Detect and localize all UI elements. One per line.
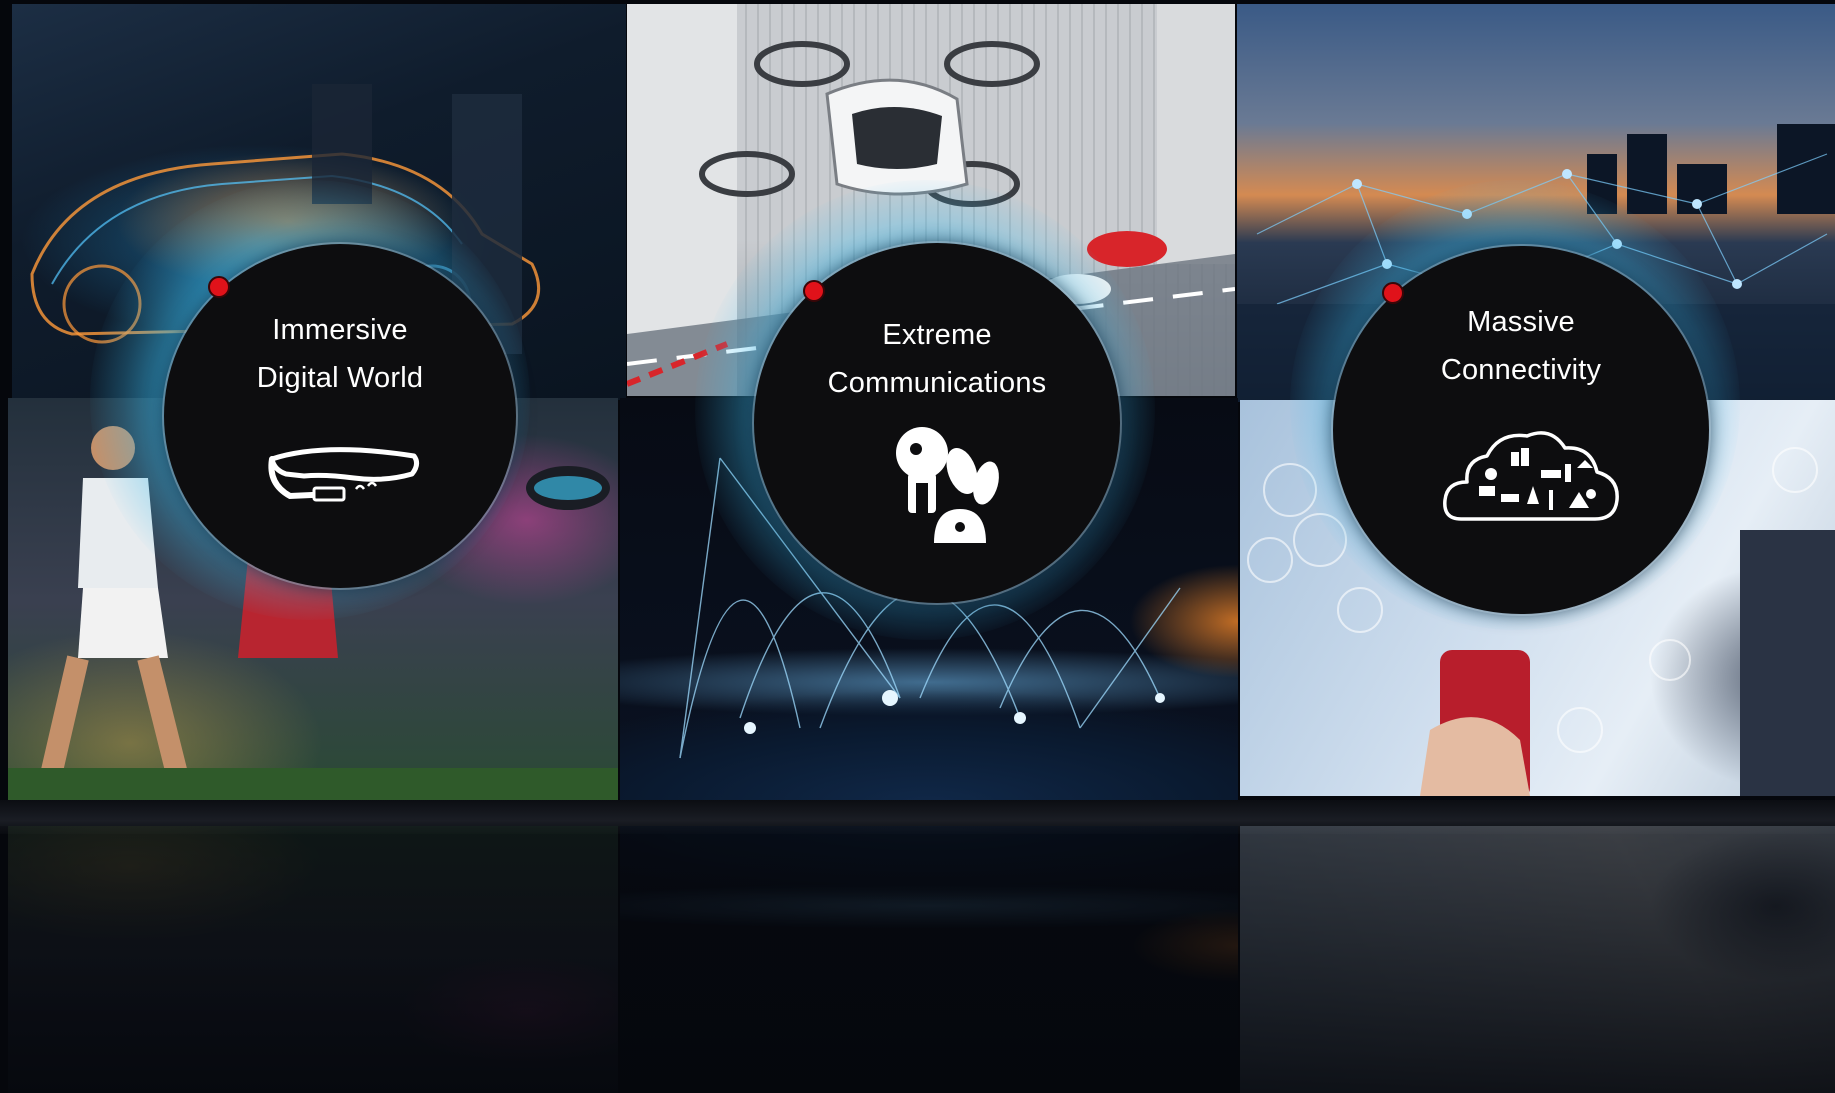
title-line-1: Massive: [1467, 306, 1575, 338]
title-line-1: Immersive: [272, 314, 408, 346]
red-marker-dot: [1382, 282, 1404, 304]
circle-title: Immersive Digital World: [164, 306, 516, 402]
iot-cloud-icon: [1443, 431, 1619, 521]
red-marker-dot: [803, 280, 825, 302]
robots-icon: [896, 427, 999, 543]
red-marker-dot: [208, 276, 230, 298]
title-line-2: Communications: [827, 367, 1047, 399]
smart-glasses-icon: [268, 447, 420, 502]
title-line-2: Connectivity: [1440, 354, 1602, 386]
floor-reflection: [0, 826, 1835, 1093]
circle-title: Extreme Communications: [754, 311, 1120, 407]
circle-title: Massive Connectivity: [1333, 298, 1709, 394]
title-line-2: Digital World: [256, 362, 424, 394]
slide: Immersive Digital World Extreme Communic…: [0, 0, 1835, 1093]
title-line-1: Extreme: [882, 319, 992, 351]
